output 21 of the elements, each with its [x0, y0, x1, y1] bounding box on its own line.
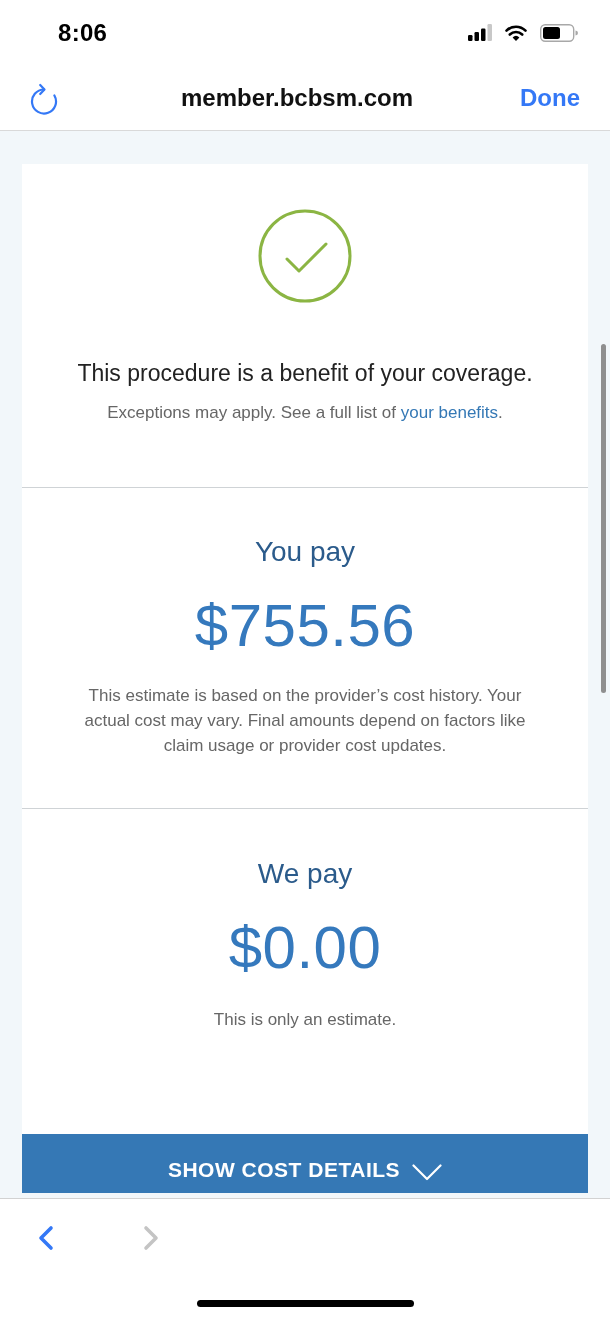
show-cost-details-button[interactable]: SHOW COST DETAILS — [22, 1134, 588, 1193]
wifi-icon — [505, 24, 527, 41]
coverage-message: This procedure is a benefit of your coverage. — [77, 359, 533, 388]
chevron-right-icon — [142, 1225, 160, 1251]
we-pay-label: We pay — [257, 857, 353, 891]
estimate-disclaimer: This estimate is based on the provider’s cost history. Your actual cost may vary. Final amounts depend on factors like claim usage or provider cost updates. — [83, 685, 527, 757]
status-time: 8:06 — [58, 18, 108, 47]
estimate-note: This is only an estimate. — [213, 1009, 397, 1031]
check-circle-icon — [258, 209, 352, 303]
reload-button[interactable] — [30, 82, 60, 115]
we-pay-amount: $0.00 — [228, 915, 382, 981]
battery-icon — [540, 23, 578, 42]
you-pay-amount: $755.56 — [194, 593, 416, 659]
you-pay-label: You pay — [254, 535, 356, 569]
signal-icon — [468, 24, 492, 41]
chevron-left-icon — [37, 1225, 55, 1251]
reload-icon — [30, 82, 60, 115]
page-address: member.bcbsm.com — [180, 83, 414, 112]
done-button[interactable]: Done — [520, 83, 580, 112]
benefits-link[interactable]: your benefits — [400, 403, 499, 422]
exceptions-note: Exceptions may apply. See a full list of your benefits. — [107, 402, 503, 424]
